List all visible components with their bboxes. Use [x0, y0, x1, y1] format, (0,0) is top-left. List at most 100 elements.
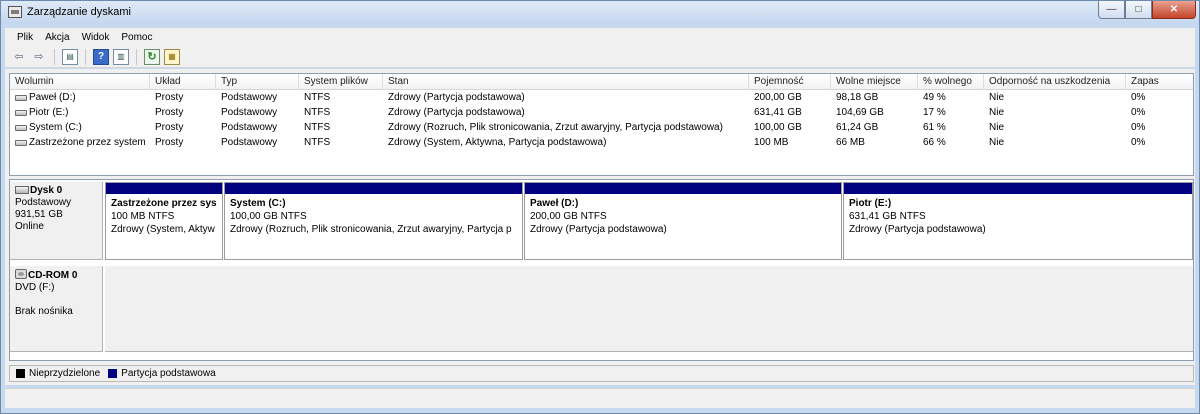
- title-bar[interactable]: Zarządzanie dyskami — □ ✕: [1, 1, 1199, 25]
- overhead-cell: 0%: [1131, 137, 1146, 148]
- column-header-capacity[interactable]: Pojemność: [749, 74, 831, 90]
- column-header-fault-tolerance[interactable]: Odporność na uszkodzenia: [984, 74, 1126, 90]
- disk-0-type: Podstawowy: [15, 197, 72, 208]
- table-row[interactable]: Piotr (E:) Prosty Podstawowy NTFS Zdrowy…: [10, 105, 1193, 120]
- status-bar: [5, 388, 1195, 408]
- fault-tolerance-cell: Nie: [989, 92, 1005, 103]
- volume-name: Piotr (E:): [29, 107, 69, 118]
- drive-icon: [15, 125, 27, 131]
- partition-status: Zdrowy (Rozruch, Plik stronicowania, Zrz…: [230, 224, 512, 235]
- capacity-cell: 200,00 GB: [754, 92, 802, 103]
- disk-management-window: Zarządzanie dyskami — □ ✕ Plik Akcja Wid…: [0, 0, 1200, 414]
- volume-list[interactable]: Wolumin Układ Typ System plików Stan Poj…: [9, 73, 1194, 176]
- table-row[interactable]: Paweł (D:) Prosty Podstawowy NTFS Zdrowy…: [10, 90, 1193, 105]
- filesystem-cell: NTFS: [304, 122, 331, 133]
- layout-cell: Prosty: [155, 92, 184, 103]
- column-header-filesystem[interactable]: System plików: [299, 74, 383, 90]
- disk-graphical-view[interactable]: Dysk 0 Podstawowy 931,51 GB Online Zastr…: [9, 179, 1194, 361]
- disk-0-info[interactable]: Dysk 0 Podstawowy 931,51 GB Online: [10, 182, 103, 260]
- column-header-overhead[interactable]: Zapas: [1126, 74, 1193, 90]
- column-header-layout[interactable]: Układ: [150, 74, 216, 90]
- cdrom-0-empty-area: [105, 266, 1193, 352]
- menu-view[interactable]: Widok: [76, 32, 116, 43]
- status-cell: Zdrowy (Rozruch, Plik stronicowania, Zrz…: [388, 122, 723, 133]
- volume-name-cell: Paweł (D:): [10, 90, 150, 105]
- window-controls: — □ ✕: [1098, 1, 1196, 19]
- free-space-cell: 104,69 GB: [836, 107, 884, 118]
- cdrom-0-media: Brak nośnika: [15, 306, 73, 317]
- unallocated-swatch: [16, 369, 25, 378]
- legend-label: Nieprzydzielone: [29, 368, 101, 379]
- filesystem-cell: NTFS: [304, 137, 331, 148]
- partition-status: Zdrowy (Partycja podstawowa): [849, 224, 986, 235]
- volume-list-header: Wolumin Układ Typ System plików Stan Poj…: [10, 74, 1193, 90]
- disk-0-partitions: Zastrzeżone przez sys 100 MB NTFS Zdrowy…: [105, 182, 1193, 260]
- help-icon[interactable]: ?: [93, 48, 109, 65]
- maximize-button[interactable]: □: [1125, 1, 1152, 19]
- menu-bar: Plik Akcja Widok Pomoc: [5, 28, 1195, 46]
- column-header-status[interactable]: Stan: [383, 74, 749, 90]
- overhead-cell: 0%: [1131, 107, 1146, 118]
- filesystem-cell: NTFS: [304, 92, 331, 103]
- partition-name: Piotr (E:): [849, 198, 892, 209]
- percent-free-cell: 49 %: [923, 92, 946, 103]
- percent-free-cell: 61 %: [923, 122, 946, 133]
- volume-name-cell: Zastrzeżone przez system: [10, 135, 150, 150]
- partition-name: Zastrzeżone przez sys: [111, 198, 217, 209]
- volume-name-cell: Piotr (E:): [10, 105, 150, 120]
- percent-free-cell: 17 %: [923, 107, 946, 118]
- disk-management-app-icon: [8, 6, 22, 18]
- partition-pawel-d[interactable]: Paweł (D:) 200,00 GB NTFS Zdrowy (Partyc…: [524, 182, 842, 260]
- console-tree-icon[interactable]: ▤: [62, 48, 78, 65]
- cdrom-0-info[interactable]: CD-ROM 0 DVD (F:) Brak nośnika: [10, 266, 103, 352]
- toolbar-separator: [85, 48, 86, 65]
- column-header-type[interactable]: Typ: [216, 74, 299, 90]
- menu-file[interactable]: Plik: [11, 32, 39, 43]
- free-space-cell: 66 MB: [836, 137, 865, 148]
- minimize-button[interactable]: —: [1098, 1, 1125, 19]
- status-cell: Zdrowy (System, Aktywna, Partycja podsta…: [388, 137, 607, 148]
- cdrom-0-drive: DVD (F:): [15, 282, 55, 293]
- primary-partition-swatch: [108, 369, 118, 378]
- close-button[interactable]: ✕: [1152, 1, 1196, 19]
- cdrom-0-row: CD-ROM 0 DVD (F:) Brak nośnika: [10, 266, 1193, 356]
- partition-system-reserved[interactable]: Zastrzeżone przez sys 100 MB NTFS Zdrowy…: [105, 182, 223, 260]
- volume-name: System (C:): [29, 122, 82, 133]
- primary-partition-bar: [844, 183, 1192, 194]
- toolbar: ⇦ ⇨ ▤ ? ▥ ↻ ▦: [5, 46, 1195, 68]
- filesystem-cell: NTFS: [304, 107, 331, 118]
- rescan-disks-icon[interactable]: ▦: [164, 48, 180, 65]
- legend-item-unallocated: Nieprzydzielone: [16, 368, 100, 379]
- partition-name: System (C:): [230, 198, 286, 209]
- column-header-volume[interactable]: Wolumin: [10, 74, 150, 90]
- layout-cell: Prosty: [155, 137, 184, 148]
- hard-disk-icon: [15, 186, 29, 194]
- legend: Nieprzydzielone Partycja podstawowa: [9, 365, 1194, 382]
- menu-action[interactable]: Akcja: [39, 32, 75, 43]
- table-row[interactable]: Zastrzeżone przez system Prosty Podstawo…: [10, 135, 1193, 150]
- free-space-cell: 98,18 GB: [836, 92, 879, 103]
- partition-size: 200,00 GB NTFS: [530, 211, 607, 222]
- properties-icon[interactable]: ▥: [113, 48, 129, 65]
- toolbar-separator: [136, 48, 137, 65]
- refresh-icon[interactable]: ↻: [144, 48, 160, 65]
- volume-name: Paweł (D:): [29, 92, 76, 103]
- drive-icon: [15, 140, 27, 146]
- free-space-cell: 61,24 GB: [836, 122, 879, 133]
- status-cell: Zdrowy (Partycja podstawowa): [388, 92, 525, 103]
- column-header-percent-free[interactable]: % wolnego: [918, 74, 984, 90]
- table-row[interactable]: System (C:) Prosty Podstawowy NTFS Zdrow…: [10, 120, 1193, 135]
- capacity-cell: 100,00 GB: [754, 122, 802, 133]
- disk-0-name: Dysk 0: [30, 185, 63, 196]
- forward-arrow-icon[interactable]: ⇨: [31, 49, 47, 65]
- menu-help[interactable]: Pomoc: [115, 32, 158, 43]
- type-cell: Podstawowy: [221, 122, 278, 133]
- partition-piotr-e[interactable]: Piotr (E:) 631,41 GB NTFS Zdrowy (Partyc…: [843, 182, 1193, 260]
- volume-name-cell: System (C:): [10, 120, 150, 135]
- partition-system-c[interactable]: System (C:) 100,00 GB NTFS Zdrowy (Rozru…: [224, 182, 523, 260]
- drive-icon: [15, 110, 27, 116]
- primary-partition-bar: [525, 183, 841, 194]
- column-header-free-space[interactable]: Wolne miejsce: [831, 74, 918, 90]
- back-arrow-icon[interactable]: ⇦: [11, 49, 27, 65]
